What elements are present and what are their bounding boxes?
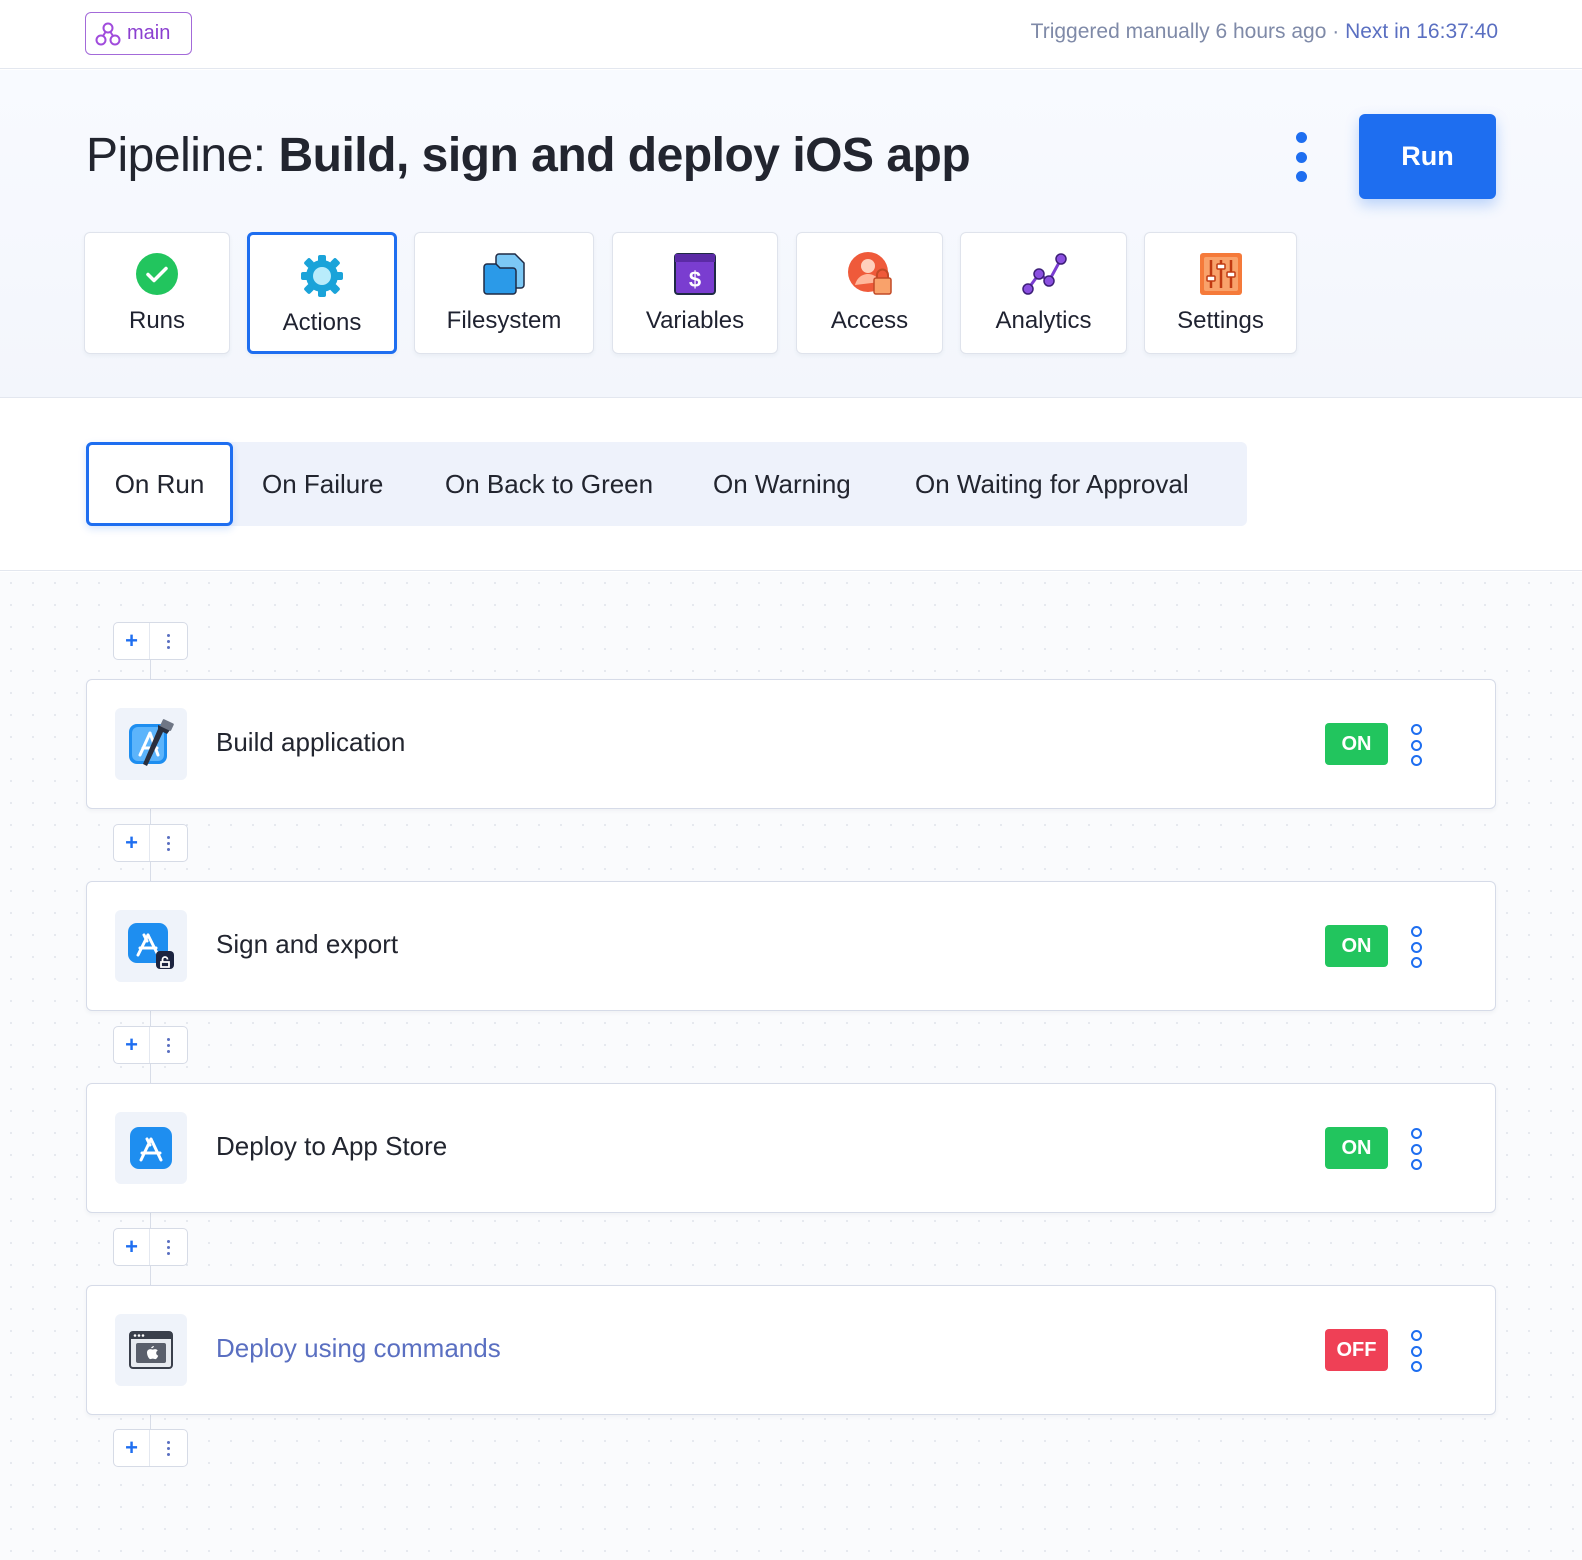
- tab-label: Runs: [128, 307, 186, 334]
- run-button[interactable]: Run: [1359, 114, 1496, 199]
- add-action-button[interactable]: +: [114, 1229, 150, 1265]
- tab-filesystem[interactable]: Filesystem: [414, 232, 594, 354]
- trigger-tabs-section: On Run On Failure On Back to Green On Wa…: [0, 399, 1582, 571]
- tab-on-failure[interactable]: On Failure: [262, 442, 383, 526]
- status-badge[interactable]: ON: [1325, 925, 1388, 967]
- app-store-sign-icon: [115, 910, 187, 982]
- dollar-icon: $: [672, 251, 718, 297]
- xcode-icon: [115, 708, 187, 780]
- insert-options-menu[interactable]: [150, 825, 187, 861]
- tab-settings[interactable]: Settings: [1144, 232, 1297, 354]
- add-action-button[interactable]: +: [114, 1430, 150, 1466]
- status-badge[interactable]: ON: [1325, 723, 1388, 765]
- add-action-row: +: [113, 1429, 188, 1467]
- add-action-button[interactable]: +: [114, 825, 150, 861]
- top-bar: main Triggered manually 6 hours ago · Ne…: [0, 0, 1582, 69]
- action-name: Deploy to App Store: [216, 1131, 448, 1161]
- insert-options-menu[interactable]: [150, 1027, 187, 1063]
- tab-variables[interactable]: $ Variables: [612, 232, 778, 354]
- action-card[interactable]: Deploy to App Store ON: [86, 1083, 1496, 1213]
- analytics-icon: [1021, 251, 1067, 297]
- gear-icon: [299, 253, 345, 299]
- pipeline-more-menu[interactable]: [1287, 132, 1315, 182]
- macos-terminal-icon: [115, 1314, 187, 1386]
- page-title: Pipeline: Build, sign and deploy iOS app: [86, 128, 971, 183]
- tab-on-warning[interactable]: On Warning: [713, 442, 851, 526]
- files-icon: [481, 251, 527, 297]
- action-name: Deploy using commands: [216, 1333, 501, 1363]
- dot: [1295, 151, 1307, 163]
- action-more-menu[interactable]: [1409, 1128, 1423, 1170]
- action-name: Sign and export: [216, 929, 399, 959]
- status-badge[interactable]: ON: [1325, 1127, 1388, 1169]
- add-action-row: +: [113, 622, 188, 660]
- dot: [1295, 171, 1307, 182]
- action-card[interactable]: Deploy using commands OFF: [86, 1285, 1496, 1415]
- add-action-row: +: [113, 1228, 188, 1266]
- action-name: Build application: [216, 727, 406, 757]
- insert-options-menu[interactable]: [150, 1430, 187, 1466]
- dot: [1295, 132, 1307, 143]
- add-action-button[interactable]: +: [114, 1027, 150, 1063]
- action-more-menu[interactable]: [1409, 724, 1423, 766]
- pipeline-name: Build, sign and deploy iOS app: [278, 129, 971, 182]
- tab-label: Actions: [282, 309, 362, 336]
- svg-text:$: $: [689, 267, 701, 292]
- tab-label: Settings: [1177, 307, 1264, 334]
- tab-runs[interactable]: Runs: [84, 232, 230, 354]
- trigger-tabs: On Run On Failure On Back to Green On Wa…: [86, 442, 1247, 526]
- action-card[interactable]: Build application ON: [86, 679, 1496, 809]
- tab-on-waiting-for-approval[interactable]: On Waiting for Approval: [915, 442, 1189, 526]
- tab-label: Variables: [645, 307, 745, 334]
- title-prefix: Pipeline:: [86, 129, 279, 182]
- app-store-icon: [115, 1112, 187, 1184]
- trigger-info: Triggered manually 6 hours ago · Next in…: [1031, 20, 1498, 44]
- tab-label: Access: [830, 307, 909, 334]
- add-action-row: +: [113, 1026, 188, 1064]
- tab-on-run[interactable]: On Run: [86, 442, 233, 526]
- tab-label: Analytics: [995, 307, 1092, 334]
- branch-name: main: [127, 22, 171, 44]
- next-run-countdown: Next in 16:37:40: [1345, 20, 1498, 43]
- tab-on-back-to-green[interactable]: On Back to Green: [445, 442, 653, 526]
- branch-icon: [95, 22, 121, 45]
- tab-actions[interactable]: Actions: [247, 232, 397, 354]
- check-circle-icon: [134, 251, 180, 297]
- insert-options-menu[interactable]: [150, 1229, 187, 1265]
- add-action-button[interactable]: +: [114, 623, 150, 659]
- insert-options-menu[interactable]: [150, 623, 187, 659]
- add-action-row: +: [113, 824, 188, 862]
- tab-label: Filesystem: [446, 307, 562, 334]
- user-lock-icon: [847, 251, 893, 297]
- actions-canvas: + Build application ON + Sign and export…: [0, 572, 1582, 1560]
- action-more-menu[interactable]: [1409, 926, 1423, 968]
- tab-analytics[interactable]: Analytics: [960, 232, 1127, 354]
- pipeline-header: Pipeline: Build, sign and deploy iOS app…: [0, 70, 1582, 398]
- status-badge[interactable]: OFF: [1325, 1329, 1388, 1371]
- branch-badge[interactable]: main: [85, 12, 192, 55]
- tab-access[interactable]: Access: [796, 232, 943, 354]
- trigger-text: Triggered manually 6 hours ago ·: [1030, 20, 1346, 43]
- sliders-icon: [1198, 251, 1244, 297]
- action-card[interactable]: Sign and export ON: [86, 881, 1496, 1011]
- action-more-menu[interactable]: [1409, 1330, 1423, 1372]
